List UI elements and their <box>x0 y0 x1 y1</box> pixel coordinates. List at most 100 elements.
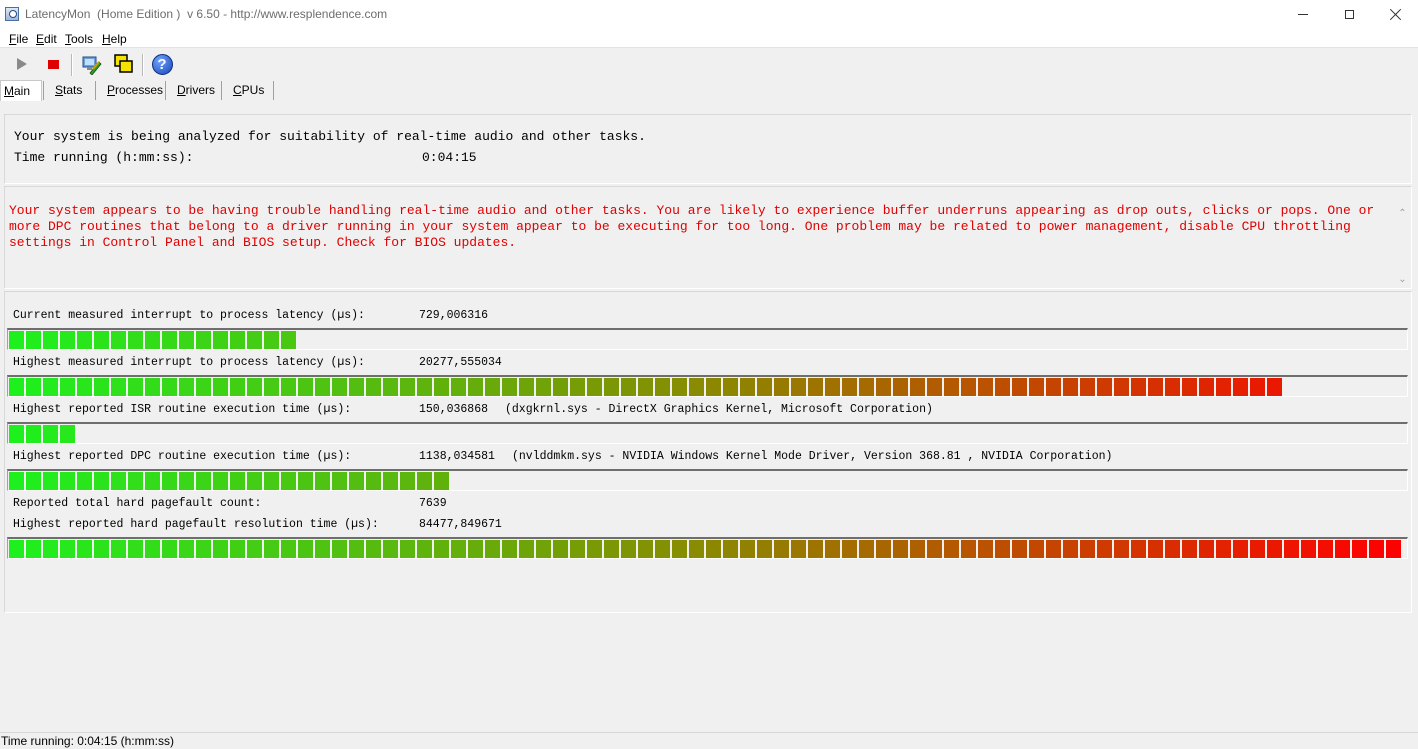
latency-bar-segment <box>638 540 653 558</box>
latency-bar-segment <box>1165 378 1180 396</box>
latency-bar-segment <box>723 540 738 558</box>
latency-bar-segment <box>774 540 789 558</box>
latency-bar-segment <box>1267 540 1282 558</box>
latency-bar-segment <box>247 540 262 558</box>
latency-metrics-panel: Current measured interrupt to process la… <box>4 291 1412 613</box>
latency-bar-segment <box>434 472 449 490</box>
latency-bar-segment <box>213 540 228 558</box>
metric-label: Highest measured interrupt to process la… <box>13 356 365 369</box>
latency-bar-segment <box>60 331 75 349</box>
close-icon <box>1390 9 1401 20</box>
latency-bar-segment <box>1046 540 1061 558</box>
latency-bar-segment <box>978 378 993 396</box>
latency-bar-segment <box>111 472 126 490</box>
latency-bar-segment <box>655 378 670 396</box>
minimize-button[interactable] <box>1280 0 1326 29</box>
latency-bar-segment <box>1216 540 1231 558</box>
latency-bar-segment <box>43 378 58 396</box>
latency-bar-segment <box>145 472 160 490</box>
latency-bar-segment <box>264 472 279 490</box>
latency-bar-segment <box>536 378 551 396</box>
metric-value: 1138,034581 <box>419 450 495 463</box>
latency-bar-segment <box>26 540 41 558</box>
latency-bar-segment <box>366 540 381 558</box>
menu-bar: File Edit Tools Help <box>0 29 1418 48</box>
menu-tools[interactable]: Tools <box>65 32 93 46</box>
help-button[interactable]: ? <box>150 52 174 76</box>
latency-bar-segment <box>927 540 942 558</box>
menu-file[interactable]: File <box>9 32 28 46</box>
latency-bar <box>7 375 1408 397</box>
tab-cpus[interactable]: CPUs <box>233 80 264 101</box>
metric-label: Current measured interrupt to process la… <box>13 309 365 322</box>
menu-edit[interactable]: Edit <box>36 32 57 46</box>
latency-bar-segment <box>1233 540 1248 558</box>
latency-bar-segment <box>791 540 806 558</box>
latency-bar-segment <box>1063 540 1078 558</box>
latency-bar-segment <box>740 540 755 558</box>
latency-bar-segment <box>366 378 381 396</box>
menu-help[interactable]: Help <box>102 32 127 46</box>
latency-bar-segment <box>655 540 670 558</box>
cleanup-button[interactable] <box>79 52 103 76</box>
latency-bar-segment <box>230 378 245 396</box>
start-button[interactable] <box>10 52 34 76</box>
latency-bar-segment <box>213 472 228 490</box>
tab-stats[interactable]: Stats <box>55 80 82 101</box>
latency-bar <box>7 537 1408 559</box>
latency-bar-segment <box>1097 378 1112 396</box>
tab-main[interactable]: Main <box>0 80 42 101</box>
latency-bar-segment <box>247 378 262 396</box>
latency-bar-segment <box>893 378 908 396</box>
latency-bar-segment <box>1012 540 1027 558</box>
help-icon: ? <box>151 53 173 75</box>
latency-bar-segment <box>196 540 211 558</box>
latency-bar-segment <box>1012 378 1027 396</box>
windows-button[interactable] <box>112 52 136 76</box>
stop-button[interactable] <box>41 52 65 76</box>
maximize-icon <box>1344 10 1354 19</box>
latency-bar-segment <box>519 540 534 558</box>
latency-bar-segment <box>740 378 755 396</box>
latency-bar-segment <box>1199 540 1214 558</box>
latencymon-app-icon[interactable] <box>5 7 19 21</box>
tab-processes[interactable]: Processes <box>107 80 163 101</box>
close-button[interactable] <box>1372 0 1418 29</box>
play-icon <box>17 58 27 70</box>
latency-bar-segment <box>485 378 500 396</box>
latency-bar-segment <box>502 378 517 396</box>
status-bar: Time running: 0:04:15 (h:mm:ss) <box>0 732 1418 748</box>
latency-bar-fill <box>9 540 1403 558</box>
latency-bar-segment <box>128 378 143 396</box>
metric-value: 20277,555034 <box>419 356 502 369</box>
latency-bar-segment <box>587 378 602 396</box>
latency-bar-segment <box>315 472 330 490</box>
metric-value: 7639 <box>419 497 447 510</box>
latency-bar-segment <box>706 378 721 396</box>
latency-bar-segment <box>196 378 211 396</box>
latency-bar-segment <box>791 378 806 396</box>
latency-bar-segment <box>128 331 143 349</box>
latency-bar-segment <box>60 540 75 558</box>
latency-bar-segment <box>60 425 75 443</box>
latency-bar-segment <box>417 472 432 490</box>
latency-bar-segment <box>1216 378 1231 396</box>
latency-bar-segment <box>468 378 483 396</box>
scroll-up-icon[interactable]: ⌃ <box>1394 205 1411 222</box>
tab-drivers[interactable]: Drivers <box>177 80 215 101</box>
scroll-down-icon[interactable]: ⌄ <box>1394 271 1411 288</box>
latency-bar-segment <box>43 425 58 443</box>
metric-value: 729,006316 <box>419 309 489 322</box>
latency-bar-segment <box>1199 378 1214 396</box>
maximize-button[interactable] <box>1326 0 1372 29</box>
latency-bar-segment <box>60 378 75 396</box>
latency-bar-segment <box>417 540 432 558</box>
conclusion-scrollbar[interactable]: ⌃ ⌄ <box>1394 187 1411 288</box>
latency-bar-segment <box>672 540 687 558</box>
latency-bar-segment <box>230 540 245 558</box>
latency-bar-segment <box>332 378 347 396</box>
latency-bar-segment <box>1318 540 1333 558</box>
latency-bar-segment <box>298 378 313 396</box>
latency-bar-segment <box>825 540 840 558</box>
window-title: LatencyMon (Home Edition ) v 6.50 - http… <box>25 7 388 21</box>
